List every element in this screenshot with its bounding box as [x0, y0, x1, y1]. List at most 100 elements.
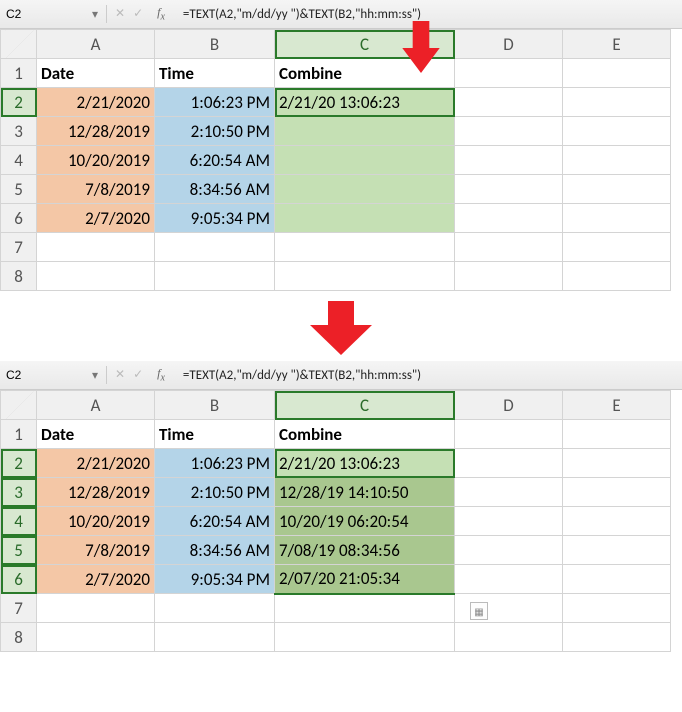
col-header[interactable]: E: [563, 391, 671, 420]
cell[interactable]: [37, 262, 155, 291]
cell[interactable]: 6:20:54 AM: [155, 507, 275, 536]
cell[interactable]: [37, 594, 155, 623]
cell-selected[interactable]: 2/21/20 13:06:23: [275, 88, 455, 117]
row-header[interactable]: 5: [1, 175, 37, 204]
cell[interactable]: 7/8/2019: [37, 175, 155, 204]
formula-input[interactable]: =TEXT(A2,"m/dd/yy ")&TEXT(B2,"hh:mm:ss"): [179, 7, 682, 22]
cell[interactable]: 10/20/19 06:20:54: [275, 507, 455, 536]
cell[interactable]: 7/8/2019: [37, 536, 155, 565]
col-header[interactable]: E: [563, 30, 671, 59]
cell[interactable]: [563, 59, 671, 88]
cell[interactable]: [275, 146, 455, 175]
name-box[interactable]: ▾: [0, 5, 107, 23]
row-header[interactable]: 4: [1, 146, 37, 175]
cell[interactable]: [37, 623, 155, 652]
cell[interactable]: [563, 204, 671, 233]
cell[interactable]: 2/21/2020: [37, 449, 155, 478]
cell[interactable]: 6:20:54 AM: [155, 146, 275, 175]
cell[interactable]: [563, 507, 671, 536]
cell[interactable]: [455, 146, 563, 175]
cell[interactable]: 7/08/19 08:34:56: [275, 536, 455, 565]
cell[interactable]: [563, 233, 671, 262]
cell[interactable]: 2/7/2020: [37, 565, 155, 594]
cell[interactable]: 8:34:56 AM: [155, 175, 275, 204]
cell[interactable]: [563, 262, 671, 291]
cell[interactable]: 8:34:56 AM: [155, 536, 275, 565]
cell[interactable]: 1:06:23 PM: [155, 449, 275, 478]
cell[interactable]: [275, 623, 455, 652]
cell[interactable]: 12/28/19 14:10:50: [275, 478, 455, 507]
row-header[interactable]: 2: [1, 88, 37, 117]
name-box[interactable]: ▾: [0, 366, 107, 384]
col-header[interactable]: D: [455, 391, 563, 420]
fx-icon[interactable]: fx: [151, 366, 171, 383]
row-header[interactable]: 4: [1, 507, 37, 536]
cell[interactable]: [455, 565, 563, 594]
cell[interactable]: Date: [37, 420, 155, 449]
cell[interactable]: 9:05:34 PM: [155, 565, 275, 594]
cell[interactable]: 2/21/20 13:06:23: [275, 449, 455, 478]
col-header[interactable]: C: [275, 391, 455, 420]
row-header[interactable]: 6: [1, 204, 37, 233]
cell[interactable]: [563, 146, 671, 175]
cell[interactable]: [455, 262, 563, 291]
cell[interactable]: [563, 175, 671, 204]
cell[interactable]: [563, 449, 671, 478]
cell[interactable]: 12/28/2019: [37, 117, 155, 146]
col-header[interactable]: B: [155, 391, 275, 420]
cell[interactable]: 9:05:34 PM: [155, 204, 275, 233]
cell[interactable]: [275, 204, 455, 233]
col-header[interactable]: A: [37, 30, 155, 59]
row-header[interactable]: 3: [1, 478, 37, 507]
col-header[interactable]: B: [155, 30, 275, 59]
row-header[interactable]: 8: [1, 623, 37, 652]
cell[interactable]: [455, 204, 563, 233]
cell-reference-input[interactable]: [4, 5, 88, 23]
cell[interactable]: [455, 449, 563, 478]
chevron-down-icon[interactable]: ▾: [88, 7, 102, 22]
cell[interactable]: [455, 117, 563, 146]
select-all-corner[interactable]: [1, 30, 37, 59]
cell[interactable]: [455, 420, 563, 449]
cell[interactable]: [155, 594, 275, 623]
cell[interactable]: [275, 262, 455, 291]
cell[interactable]: 10/20/2019: [37, 507, 155, 536]
cell[interactable]: [455, 507, 563, 536]
row-header[interactable]: 2: [1, 449, 37, 478]
cell-reference-input[interactable]: [4, 366, 88, 384]
cell[interactable]: [455, 478, 563, 507]
fx-icon[interactable]: fx: [151, 5, 171, 22]
row-header[interactable]: 1: [1, 59, 37, 88]
col-header[interactable]: A: [37, 391, 155, 420]
cell[interactable]: 2/07/20 21:05:34: [275, 565, 455, 594]
row-header[interactable]: 1: [1, 420, 37, 449]
cell[interactable]: [155, 262, 275, 291]
autofill-options-icon[interactable]: ▦: [470, 602, 488, 620]
cell[interactable]: 2:10:50 PM: [155, 117, 275, 146]
formula-input[interactable]: =TEXT(A2,"m/dd/yy ")&TEXT(B2,"hh:mm:ss"): [179, 368, 682, 383]
cell[interactable]: [563, 117, 671, 146]
cell[interactable]: 10/20/2019: [37, 146, 155, 175]
cell[interactable]: [455, 536, 563, 565]
row-header[interactable]: 7: [1, 594, 37, 623]
spreadsheet-grid-after[interactable]: A B C D E 1 Date Time Combine 2 2/21/202…: [0, 390, 671, 652]
cell[interactable]: [275, 175, 455, 204]
row-header[interactable]: 8: [1, 262, 37, 291]
cell[interactable]: [37, 233, 155, 262]
cell[interactable]: [455, 88, 563, 117]
cell[interactable]: [563, 420, 671, 449]
cell[interactable]: [563, 536, 671, 565]
cell[interactable]: [155, 233, 275, 262]
chevron-down-icon[interactable]: ▾: [88, 368, 102, 383]
cell[interactable]: [455, 175, 563, 204]
cell[interactable]: [155, 623, 275, 652]
cell[interactable]: [563, 88, 671, 117]
cell[interactable]: 2:10:50 PM: [155, 478, 275, 507]
row-header[interactable]: 7: [1, 233, 37, 262]
cell[interactable]: [275, 594, 455, 623]
cell[interactable]: [563, 594, 671, 623]
cell[interactable]: Time: [155, 59, 275, 88]
cell[interactable]: [455, 623, 563, 652]
row-header[interactable]: 5: [1, 536, 37, 565]
row-header[interactable]: 3: [1, 117, 37, 146]
